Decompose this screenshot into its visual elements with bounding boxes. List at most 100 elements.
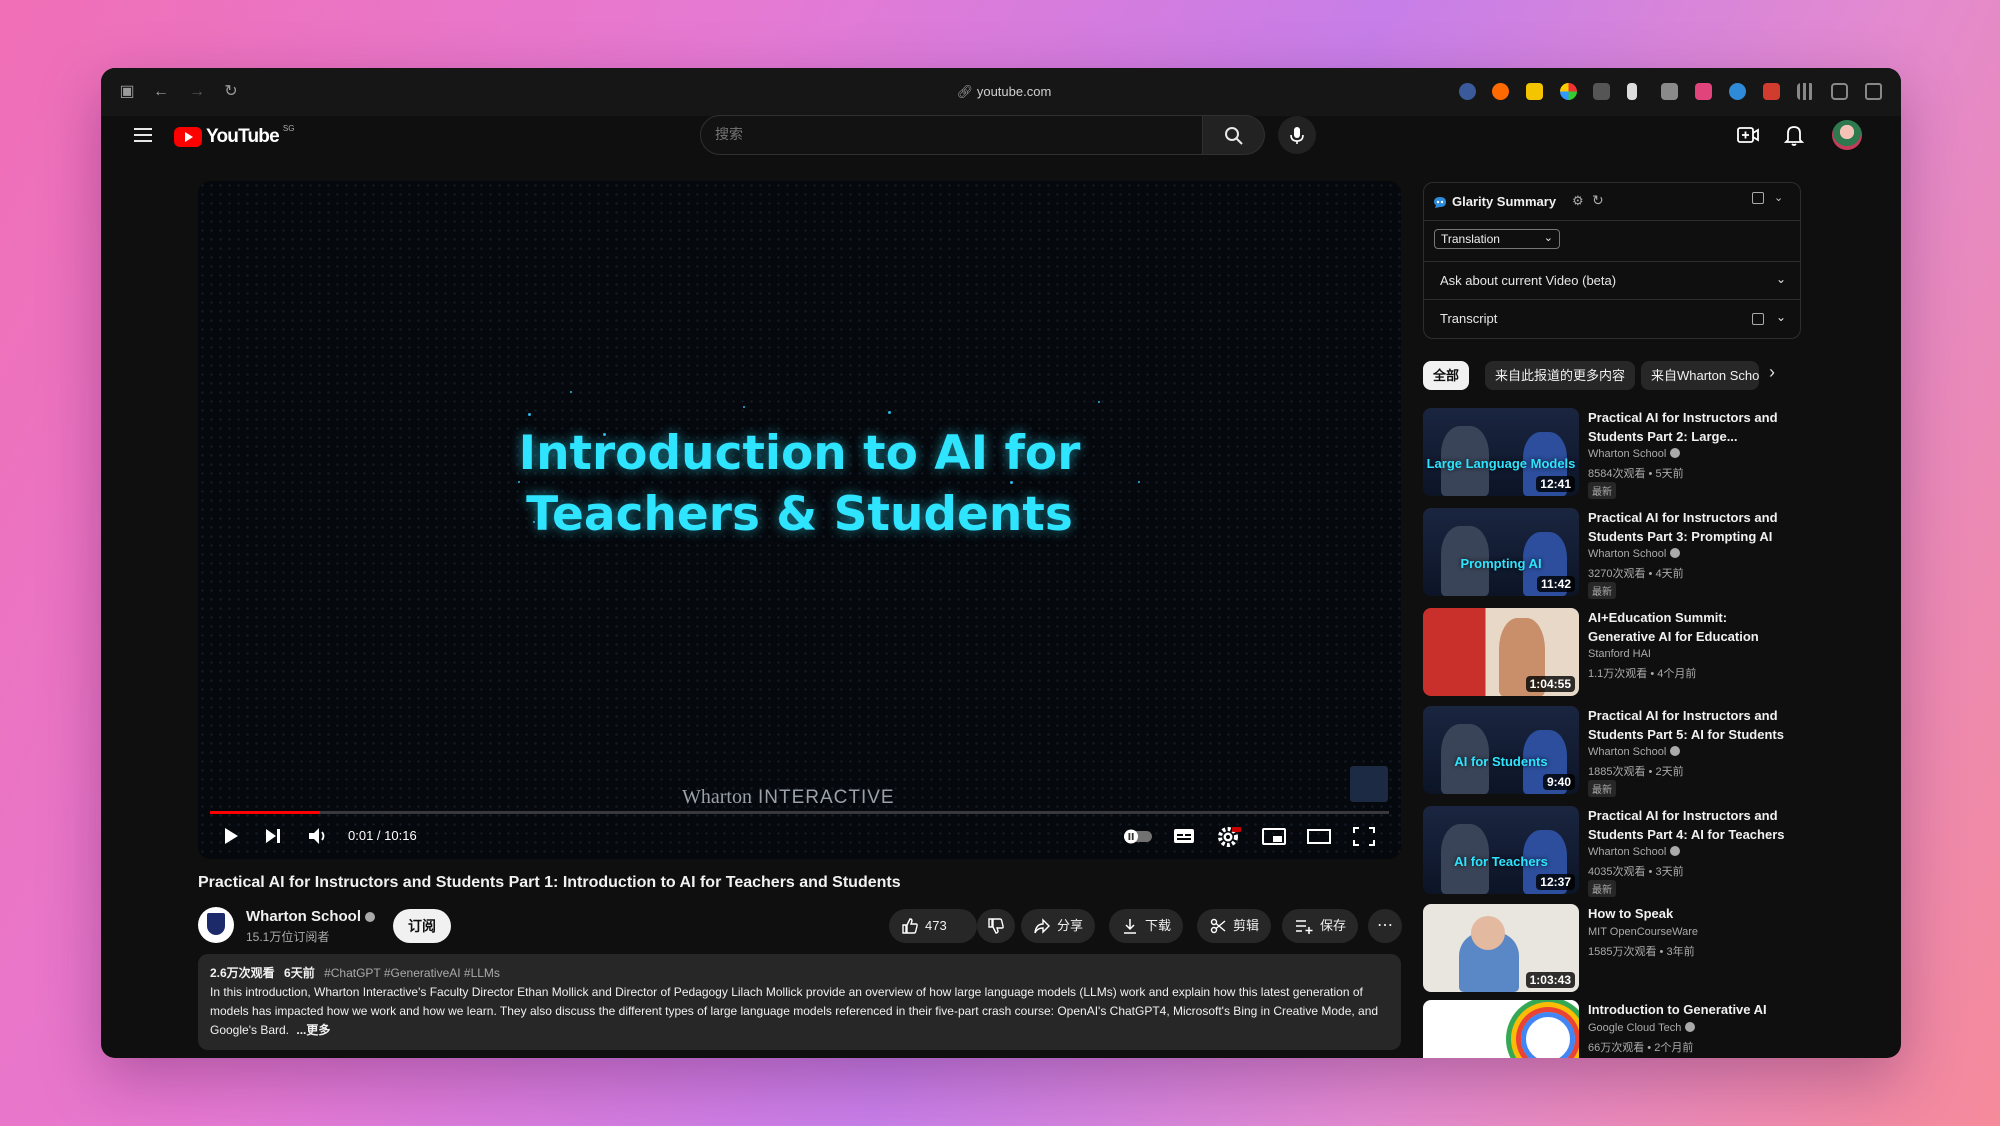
extension-icon[interactable] xyxy=(1492,83,1509,100)
recommendation-title[interactable]: Introduction to Generative AI xyxy=(1588,1000,1788,1019)
transcript-row[interactable]: Transcript ⌄ xyxy=(1424,299,1800,337)
share-icon xyxy=(1034,918,1050,934)
recommendation-channel[interactable]: Wharton School xyxy=(1588,846,1681,858)
recommendation-title[interactable]: Practical AI for Instructors and Student… xyxy=(1588,706,1788,744)
hashtags[interactable]: #ChatGPT #GenerativeAI #LLMs xyxy=(324,966,500,980)
forward-icon[interactable]: → xyxy=(185,80,209,104)
settings-button[interactable] xyxy=(1216,821,1242,851)
extension-icon[interactable] xyxy=(1627,83,1637,100)
sidebar-toggle-icon[interactable]: ▣ xyxy=(115,80,139,104)
recommendation-item[interactable]: 1:04:55 AI+Education Summit: Generative … xyxy=(1423,608,1803,698)
show-more-link[interactable]: ...更多 xyxy=(296,1023,330,1037)
recommendation-title[interactable]: Practical AI for Instructors and Student… xyxy=(1588,508,1788,546)
recommendation-channel[interactable]: Google Cloud Tech xyxy=(1588,1022,1696,1034)
search-input[interactable] xyxy=(715,126,1155,142)
gear-icon[interactable]: ⚙ xyxy=(1572,193,1584,209)
chevron-right-icon[interactable]: › xyxy=(1769,362,1775,383)
recommendation-item[interactable]: AI for Students 9:40 Practical AI for In… xyxy=(1423,706,1803,797)
scissors-icon xyxy=(1210,918,1226,934)
extension-icon[interactable] xyxy=(1526,83,1543,100)
video-thumbnail[interactable]: AI for Students 9:40 xyxy=(1423,706,1579,794)
back-icon[interactable]: ← xyxy=(149,80,173,104)
user-avatar[interactable] xyxy=(1832,120,1862,150)
recommendation-title[interactable]: AI+Education Summit: Generative AI for E… xyxy=(1588,608,1788,646)
download-button[interactable]: 下载 xyxy=(1109,909,1184,943)
save-button[interactable]: 保存 xyxy=(1282,909,1359,943)
extension-icon[interactable] xyxy=(1560,83,1577,100)
search-button[interactable] xyxy=(1203,115,1265,155)
voice-search-button[interactable] xyxy=(1278,116,1316,154)
theater-mode-icon xyxy=(1307,829,1331,844)
notifications-bell-icon[interactable] xyxy=(1781,122,1807,148)
subtitles-button[interactable] xyxy=(1172,821,1196,851)
next-button[interactable] xyxy=(262,821,284,851)
recommendation-channel[interactable]: Stanford HAI xyxy=(1588,648,1651,660)
channel-watermark-icon[interactable] xyxy=(1350,766,1388,802)
like-button[interactable]: 473 xyxy=(889,909,977,943)
recommendation-title[interactable]: Practical AI for Instructors and Student… xyxy=(1588,806,1788,844)
video-player[interactable]: Introduction to AI for Teachers & Studen… xyxy=(198,181,1401,859)
clip-button[interactable]: 剪辑 xyxy=(1197,909,1272,943)
copy-icon[interactable] xyxy=(1752,313,1764,325)
address-bar[interactable]: 🔗︎ youtube.com xyxy=(939,82,1069,102)
chip-related[interactable]: 来自此报道的更多内容 xyxy=(1485,361,1636,390)
chip-all[interactable]: 全部 xyxy=(1423,361,1470,390)
extension-icon[interactable] xyxy=(1593,83,1610,100)
recommendation-item[interactable]: Large Language Models 12:41 Practical AI… xyxy=(1423,408,1803,499)
video-thumbnail[interactable]: AI for Teachers 12:37 xyxy=(1423,806,1579,894)
subscribe-button[interactable]: 订阅 xyxy=(393,909,451,943)
fullscreen-button[interactable] xyxy=(1351,821,1377,851)
ask-video-row[interactable]: Ask about current Video (beta) ⌄ xyxy=(1424,261,1800,299)
play-button[interactable] xyxy=(220,821,242,851)
progress-bar-fill xyxy=(210,811,320,814)
chevron-down-icon[interactable]: ⌄ xyxy=(1774,191,1783,204)
recommendation-title[interactable]: How to Speak xyxy=(1588,904,1788,923)
recommendation-item[interactable]: 1:03:43 How to Speak MIT OpenCourseWare … xyxy=(1423,904,1803,994)
description-meta: 2.6万次观看 6天前 #ChatGPT #GenerativeAI #LLMs xyxy=(210,966,500,980)
recommendation-item[interactable]: Introduction to Generative AI Google Clo… xyxy=(1423,1000,1803,1058)
extension-icon[interactable] xyxy=(1661,83,1678,100)
recommendation-channel[interactable]: Wharton School xyxy=(1588,548,1681,560)
extension-icon[interactable] xyxy=(1763,83,1780,100)
extension-icon[interactable] xyxy=(1695,83,1712,100)
description-box[interactable]: 2.6万次观看 6天前 #ChatGPT #GenerativeAI #LLMs… xyxy=(198,954,1401,1050)
video-thumbnail[interactable]: 1:04:55 xyxy=(1423,608,1579,696)
channel-avatar[interactable] xyxy=(198,907,234,943)
video-thumbnail[interactable] xyxy=(1423,1000,1579,1058)
miniplayer-button[interactable] xyxy=(1261,821,1287,851)
more-actions-button[interactable]: ⋯ xyxy=(1368,909,1402,943)
verified-badge-icon xyxy=(1670,746,1681,756)
chip-from-channel[interactable]: 来自Wharton School xyxy=(1641,361,1759,390)
extension-icon[interactable] xyxy=(1459,83,1476,100)
copy-icon[interactable] xyxy=(1752,192,1764,204)
subscriber-count: 15.1万位订阅者 xyxy=(246,930,330,944)
split-view-icon[interactable] xyxy=(1865,83,1882,100)
video-thumbnail[interactable]: Prompting AI 11:42 xyxy=(1423,508,1579,596)
recommendation-item[interactable]: AI for Teachers 12:37 Practical AI for I… xyxy=(1423,806,1803,897)
translation-select[interactable]: Translation ⌄ xyxy=(1434,229,1560,249)
recommendation-title[interactable]: Practical AI for Instructors and Student… xyxy=(1588,408,1788,446)
create-video-icon[interactable] xyxy=(1735,122,1761,148)
recommendation-channel[interactable]: MIT OpenCourseWare xyxy=(1588,926,1698,938)
extension-icon[interactable] xyxy=(1729,83,1746,100)
grid-icon[interactable] xyxy=(1797,83,1814,100)
recommendation-channel[interactable]: Wharton School xyxy=(1588,448,1681,460)
reader-icon[interactable] xyxy=(1831,83,1848,100)
dislike-button[interactable] xyxy=(977,909,1015,943)
hamburger-menu-icon[interactable] xyxy=(129,124,157,148)
youtube-logo[interactable]: YouTube SG xyxy=(174,122,294,152)
new-badge: 最新 xyxy=(1588,880,1616,897)
video-thumbnail[interactable]: Large Language Models 12:41 xyxy=(1423,408,1579,496)
video-thumbnail[interactable]: 1:03:43 xyxy=(1423,904,1579,992)
autoplay-toggle[interactable] xyxy=(1122,821,1154,851)
recommendation-channel[interactable]: Wharton School xyxy=(1588,746,1681,758)
recommendation-meta: 8584次观看 • 5天前 xyxy=(1588,468,1684,480)
share-button[interactable]: 分享 xyxy=(1021,909,1096,943)
progress-bar[interactable] xyxy=(210,811,1389,814)
reload-icon[interactable]: ↻ xyxy=(219,80,243,104)
channel-name[interactable]: Wharton School xyxy=(246,908,375,925)
mute-button[interactable] xyxy=(306,821,330,851)
refresh-icon[interactable]: ↻ xyxy=(1592,192,1604,209)
theater-mode-button[interactable] xyxy=(1306,821,1332,851)
recommendation-item[interactable]: Prompting AI 11:42 Practical AI for Inst… xyxy=(1423,508,1803,599)
